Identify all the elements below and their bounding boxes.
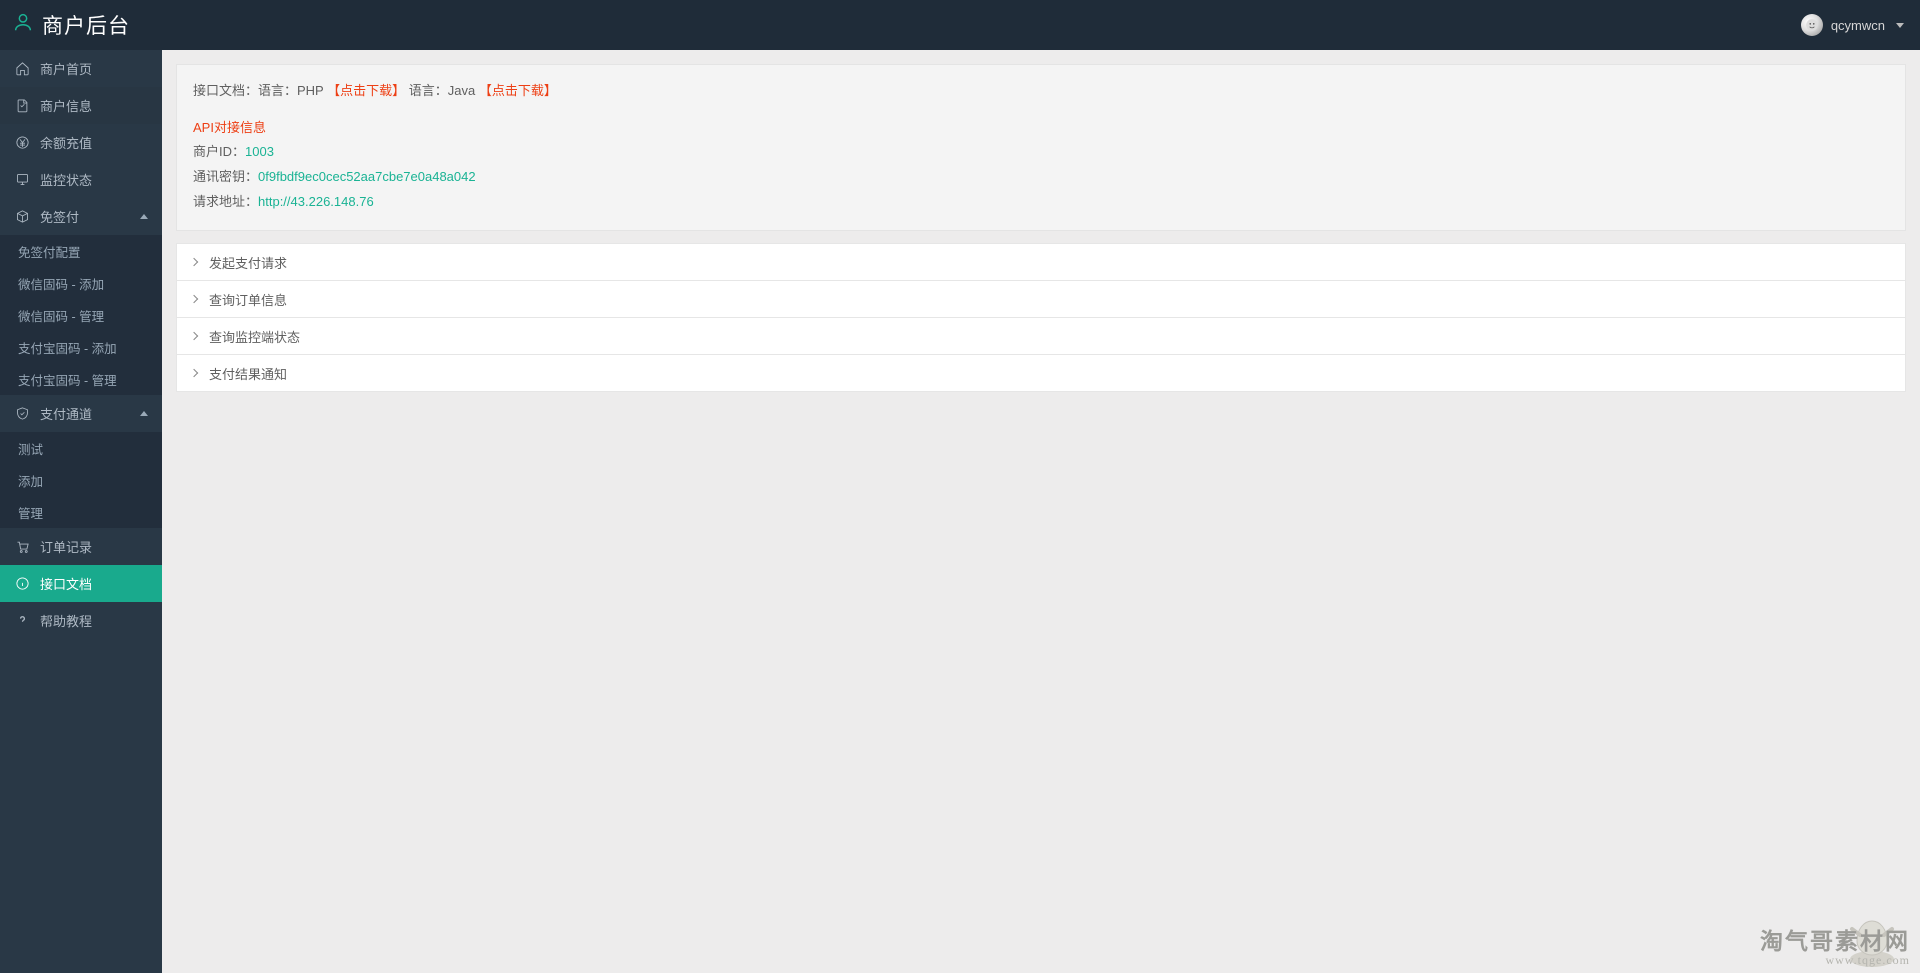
app-title: 商户后台 [42,10,130,40]
sidebar-item-1[interactable]: 商户信息 [0,87,162,124]
api-accordion: 发起支付请求查询订单信息查询监控端状态支付结果通知 [176,243,1906,392]
home-icon [14,61,30,77]
sidebar-item-4[interactable]: 免签付 [0,198,162,235]
sidebar-submenu-4: 免签付配置微信固码 - 添加微信固码 - 管理支付宝固码 - 添加支付宝固码 -… [0,235,162,395]
doc-icon [14,98,30,114]
sidebar-item-label: 余额充值 [40,133,92,152]
sidebar-submenu-5: 测试添加管理 [0,432,162,528]
watermark-text-2: www.tqge.com [1760,954,1910,967]
user-outline-icon [12,11,34,39]
sidebar-item-label: 帮助教程 [40,611,92,630]
download-php-link[interactable]: 【点击下载】 [327,83,405,98]
sidebar-item-label: 免签付 [40,207,79,226]
sidebar-item-label: 订单记录 [40,537,92,556]
sidebar-subitem-4-1[interactable]: 微信固码 - 添加 [0,267,162,299]
sidebar-subitem-4-2[interactable]: 微信固码 - 管理 [0,299,162,331]
sidebar-subitem-4-4[interactable]: 支付宝固码 - 管理 [0,363,162,395]
accordion-item-0: 发起支付请求 [176,243,1906,281]
chevron-right-icon [190,332,198,340]
merchant-id-value[interactable]: 1003 [245,144,274,159]
accordion-title: 查询监控端状态 [209,327,300,346]
accordion-header-1[interactable]: 查询订单信息 [177,281,1905,317]
sidebar: 商户首页商户信息余额充值监控状态免签付免签付配置微信固码 - 添加微信固码 - … [0,50,162,973]
monitor-icon [14,172,30,188]
accordion-title: 发起支付请求 [209,253,287,272]
sidebar-item-8[interactable]: 帮助教程 [0,602,162,639]
download-java-link[interactable]: 【点击下载】 [479,83,557,98]
accordion-item-3: 支付结果通知 [176,355,1906,392]
sidebar-subitem-4-0[interactable]: 免签付配置 [0,235,162,267]
shield-icon [14,406,30,422]
sidebar-item-label: 监控状态 [40,170,92,189]
sidebar-item-2[interactable]: 余额充值 [0,124,162,161]
watermark: 淘气哥素材网 www.tqge.com [1760,929,1910,967]
yen-icon [14,135,30,151]
doc-download-line: 接口文档：语言：PHP 【点击下载】 语言：Java 【点击下载】 [193,79,1889,104]
chevron-right-icon [190,258,198,266]
api-section-title: API对接信息 [193,116,1889,141]
sidebar-subitem-4-3[interactable]: 支付宝固码 - 添加 [0,331,162,363]
api-key-value[interactable]: 0f9fbdf9ec0cec52aa7cbe7e0a48a042 [258,169,476,184]
cart-icon [14,539,30,555]
sidebar-item-3[interactable]: 监控状态 [0,161,162,198]
sidebar-item-7[interactable]: 接口文档 [0,565,162,602]
merchant-id-line: 商户ID：1003 [193,140,1889,165]
sidebar-item-0[interactable]: 商户首页 [0,50,162,87]
app-logo: 商户后台 [12,10,130,40]
caret-down-icon [1896,23,1904,28]
app-header: 商户后台 qcymwcn [0,0,1920,50]
chevron-right-icon [190,295,198,303]
username: qcymwcn [1831,18,1885,33]
sidebar-item-label: 商户信息 [40,96,92,115]
accordion-item-1: 查询订单信息 [176,281,1906,318]
api-info-card: 接口文档：语言：PHP 【点击下载】 语言：Java 【点击下载】 API对接信… [176,64,1906,231]
accordion-item-2: 查询监控端状态 [176,318,1906,355]
user-menu[interactable]: qcymwcn [1801,14,1904,36]
request-url-value[interactable]: http://43.226.148.76 [258,194,374,209]
sidebar-item-label: 商户首页 [40,59,92,78]
sidebar-item-6[interactable]: 订单记录 [0,528,162,565]
sidebar-subitem-5-0[interactable]: 测试 [0,432,162,464]
request-url-line: 请求地址：http://43.226.148.76 [193,190,1889,215]
chevron-right-icon [190,369,198,377]
chevron-up-icon [140,214,148,219]
chevron-up-icon [140,411,148,416]
help-icon [14,613,30,629]
accordion-title: 查询订单信息 [209,290,287,309]
info-icon [14,576,30,592]
accordion-header-3[interactable]: 支付结果通知 [177,355,1905,391]
api-key-line: 通讯密钥：0f9fbdf9ec0cec52aa7cbe7e0a48a042 [193,165,1889,190]
accordion-header-0[interactable]: 发起支付请求 [177,244,1905,280]
sidebar-subitem-5-1[interactable]: 添加 [0,464,162,496]
sidebar-item-label: 接口文档 [40,574,92,593]
watermark-text-1: 淘气哥素材网 [1760,929,1910,954]
sidebar-item-label: 支付通道 [40,404,92,423]
main-content: 接口文档：语言：PHP 【点击下载】 语言：Java 【点击下载】 API对接信… [162,50,1920,973]
box-icon [14,209,30,225]
accordion-title: 支付结果通知 [209,364,287,383]
sidebar-subitem-5-2[interactable]: 管理 [0,496,162,528]
sidebar-item-5[interactable]: 支付通道 [0,395,162,432]
accordion-header-2[interactable]: 查询监控端状态 [177,318,1905,354]
avatar-icon [1801,14,1823,36]
